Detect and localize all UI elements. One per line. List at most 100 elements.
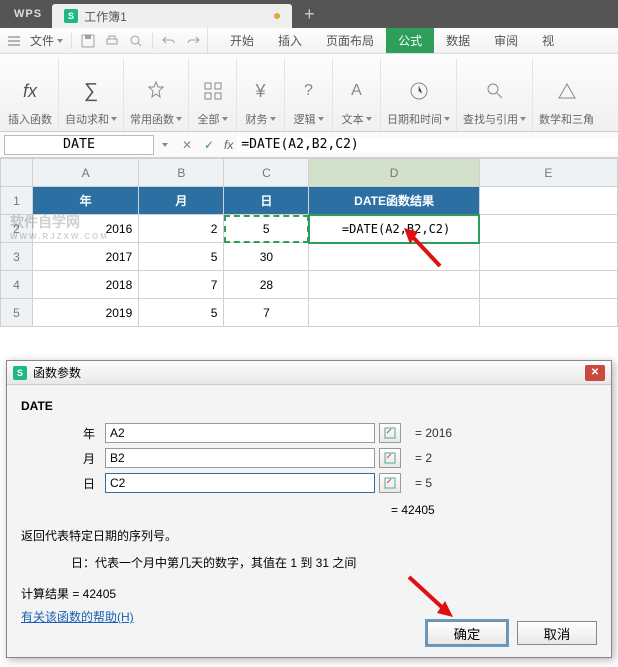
datetime-button[interactable]: 日期和时间 bbox=[381, 58, 457, 131]
cell[interactable]: 28 bbox=[224, 271, 309, 299]
grid[interactable]: A B C D E 1 年 月 日 DATE函数结果 2 2016 2 5 =D… bbox=[0, 158, 618, 327]
common-functions-button[interactable]: 常用函数 bbox=[124, 58, 189, 131]
function-arguments-dialog: S 函数参数 ✕ DATE 年 = 2016 月 = 2 日 = 5 = 424… bbox=[6, 360, 612, 658]
cancel-button[interactable]: 取消 bbox=[517, 621, 597, 645]
triangle-icon bbox=[556, 80, 578, 102]
arg-year-input[interactable] bbox=[105, 423, 375, 443]
arg-month-input[interactable] bbox=[105, 448, 375, 468]
cell[interactable] bbox=[479, 215, 617, 243]
undo-icon[interactable] bbox=[161, 33, 177, 49]
cancel-formula-icon[interactable]: ✕ bbox=[176, 138, 198, 152]
row-header[interactable]: 4 bbox=[1, 271, 33, 299]
function-description: 返回代表特定日期的序列号。 bbox=[21, 527, 597, 544]
tab-insert[interactable]: 插入 bbox=[266, 28, 314, 53]
col-header-d[interactable]: D bbox=[309, 159, 479, 187]
cell[interactable]: 5 bbox=[139, 243, 224, 271]
col-header-c[interactable]: C bbox=[224, 159, 309, 187]
formula-result: = 42405 bbox=[21, 503, 597, 517]
fx-icon[interactable]: fx bbox=[220, 138, 237, 152]
logical-button[interactable]: ?逻辑 bbox=[285, 58, 333, 131]
cell[interactable]: 2017 bbox=[32, 243, 138, 271]
financial-button[interactable]: ¥财务 bbox=[237, 58, 285, 131]
grid-icon bbox=[201, 79, 225, 103]
menu-icon[interactable] bbox=[6, 33, 22, 49]
col-header-e[interactable]: E bbox=[479, 159, 617, 187]
cell[interactable] bbox=[479, 243, 617, 271]
row-header[interactable]: 5 bbox=[1, 299, 33, 327]
name-box[interactable] bbox=[4, 135, 154, 155]
lookup-button[interactable]: 查找与引用 bbox=[457, 58, 533, 131]
cell[interactable]: 2 bbox=[139, 215, 224, 243]
file-menu[interactable]: 文件 bbox=[30, 32, 63, 49]
document-tab[interactable]: S 工作簿1 bbox=[52, 4, 292, 28]
select-all-corner[interactable] bbox=[1, 159, 33, 187]
app-logo: WPS bbox=[4, 8, 52, 20]
new-tab-button[interactable]: + bbox=[292, 4, 327, 25]
spreadsheet-icon: S bbox=[64, 9, 78, 23]
autosum-button[interactable]: ∑自动求和 bbox=[59, 58, 124, 131]
star-icon bbox=[144, 79, 168, 103]
cell[interactable]: 2019 bbox=[32, 299, 138, 327]
arg-label: 日 bbox=[21, 475, 105, 492]
col-header-a[interactable]: A bbox=[32, 159, 138, 187]
tab-data[interactable]: 数据 bbox=[434, 28, 482, 53]
dialog-titlebar[interactable]: S 函数参数 ✕ bbox=[7, 361, 611, 385]
tab-review[interactable]: 审阅 bbox=[482, 28, 530, 53]
range-picker-icon[interactable] bbox=[379, 473, 401, 493]
text-button[interactable]: A文本 bbox=[333, 58, 381, 131]
cell[interactable]: 年 bbox=[32, 187, 138, 215]
formula-bar: ✕ ✓ fx bbox=[0, 132, 618, 158]
redo-icon[interactable] bbox=[185, 33, 201, 49]
spreadsheet-icon: S bbox=[13, 366, 27, 380]
tab-title: 工作簿1 bbox=[84, 8, 127, 25]
cell[interactable]: 5 bbox=[139, 299, 224, 327]
row-header[interactable]: 2 bbox=[1, 215, 33, 243]
tab-view[interactable]: 视 bbox=[530, 28, 566, 53]
cell[interactable] bbox=[479, 187, 617, 215]
cell[interactable] bbox=[309, 243, 479, 271]
insert-function-button[interactable]: fx插入函数 bbox=[2, 58, 59, 131]
save-icon[interactable] bbox=[80, 33, 96, 49]
cell[interactable]: 2018 bbox=[32, 271, 138, 299]
arg-day-input[interactable] bbox=[105, 473, 375, 493]
cell[interactable] bbox=[479, 271, 617, 299]
cell[interactable]: 7 bbox=[224, 299, 309, 327]
cell[interactable]: 30 bbox=[224, 243, 309, 271]
range-picker-icon[interactable] bbox=[379, 423, 401, 443]
tab-formula[interactable]: 公式 bbox=[386, 28, 434, 53]
cell[interactable]: 月 bbox=[139, 187, 224, 215]
cell[interactable] bbox=[309, 271, 479, 299]
accept-formula-icon[interactable]: ✓ bbox=[198, 138, 220, 152]
chevron-down-icon bbox=[57, 39, 63, 43]
ribbon-tabs: 开始 插入 页面布局 公式 数据 审阅 视 bbox=[218, 28, 566, 53]
row-header[interactable]: 1 bbox=[1, 187, 33, 215]
cell[interactable] bbox=[479, 299, 617, 327]
cell-active[interactable]: =DATE(A2,B2,C2) bbox=[309, 215, 479, 243]
ok-button[interactable]: 确定 bbox=[427, 621, 507, 645]
col-header-b[interactable]: B bbox=[139, 159, 224, 187]
ribbon: fx插入函数 ∑自动求和 常用函数 全部 ¥财务 ?逻辑 A文本 日期和时间 查… bbox=[0, 54, 618, 132]
cell-selected-arg[interactable]: 5 bbox=[224, 215, 309, 243]
dialog-title: 函数参数 bbox=[33, 364, 81, 381]
namebox-dropdown[interactable] bbox=[154, 143, 176, 147]
all-functions-button[interactable]: 全部 bbox=[189, 58, 237, 131]
row-header[interactable]: 3 bbox=[1, 243, 33, 271]
range-picker-icon[interactable] bbox=[379, 448, 401, 468]
arg-result: = 5 bbox=[415, 476, 432, 490]
menubar: 文件 开始 插入 页面布局 公式 数据 审阅 视 bbox=[0, 28, 618, 54]
cell[interactable]: DATE函数结果 bbox=[309, 187, 479, 215]
print-icon[interactable] bbox=[104, 33, 120, 49]
tab-layout[interactable]: 页面布局 bbox=[314, 28, 386, 53]
cell[interactable]: 日 bbox=[224, 187, 309, 215]
cell[interactable]: 2016 bbox=[32, 215, 138, 243]
calculation-result: 计算结果 = 42405 bbox=[21, 585, 597, 602]
math-trig-button[interactable]: 数学和三角 bbox=[533, 58, 600, 131]
tab-home[interactable]: 开始 bbox=[218, 28, 266, 53]
clock-icon bbox=[408, 80, 430, 102]
close-icon[interactable]: ✕ bbox=[585, 365, 605, 381]
cell[interactable] bbox=[309, 299, 479, 327]
preview-icon[interactable] bbox=[128, 33, 144, 49]
formula-input[interactable] bbox=[237, 137, 618, 152]
titlebar: WPS S 工作簿1 + bbox=[0, 0, 618, 28]
cell[interactable]: 7 bbox=[139, 271, 224, 299]
